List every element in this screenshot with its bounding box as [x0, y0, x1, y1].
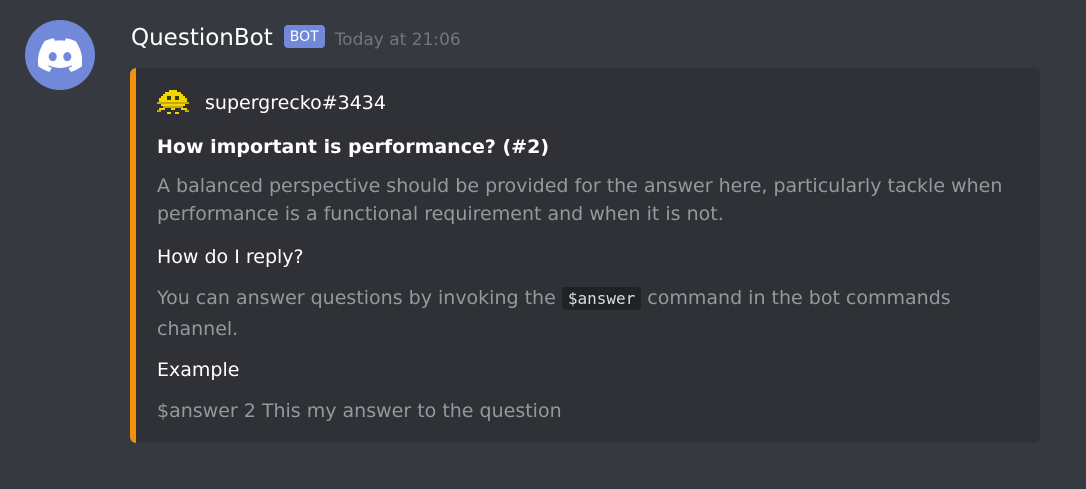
embed-field-name-example: Example — [157, 359, 240, 381]
embed-author: supergrecko#3434 — [157, 88, 386, 118]
inline-code-answer: $answer — [561, 287, 642, 310]
field-text-before-code: You can answer questions by invoking the — [157, 287, 562, 309]
embed-field-name-reply: How do I reply? — [157, 246, 304, 268]
embed-field-value-example: $answer 2 This my answer to the question — [157, 400, 562, 422]
embed-description: A balanced perspective should be provide… — [157, 175, 1003, 225]
bot-avatar[interactable] — [25, 20, 95, 90]
username[interactable]: QuestionBot — [131, 20, 273, 56]
embed-field-value-reply: You can answer questions by invoking the… — [157, 283, 1017, 344]
message-header: QuestionBot BOT Today at 21:06 — [131, 20, 461, 56]
embed-accent-bar — [130, 68, 136, 443]
pixel-avatar-icon — [157, 90, 189, 114]
chat-message: QuestionBot BOT Today at 21:06 supergrec… — [0, 0, 1086, 489]
message-timestamp: Today at 21:06 — [334, 30, 461, 50]
message-embed: supergrecko#3434 How important is perfor… — [130, 68, 1040, 443]
embed-title: How important is performance? (#2) — [157, 136, 550, 158]
bot-badge: BOT — [283, 24, 325, 48]
embed-author-name[interactable]: supergrecko#3434 — [205, 88, 386, 118]
discord-logo-icon — [38, 38, 82, 72]
